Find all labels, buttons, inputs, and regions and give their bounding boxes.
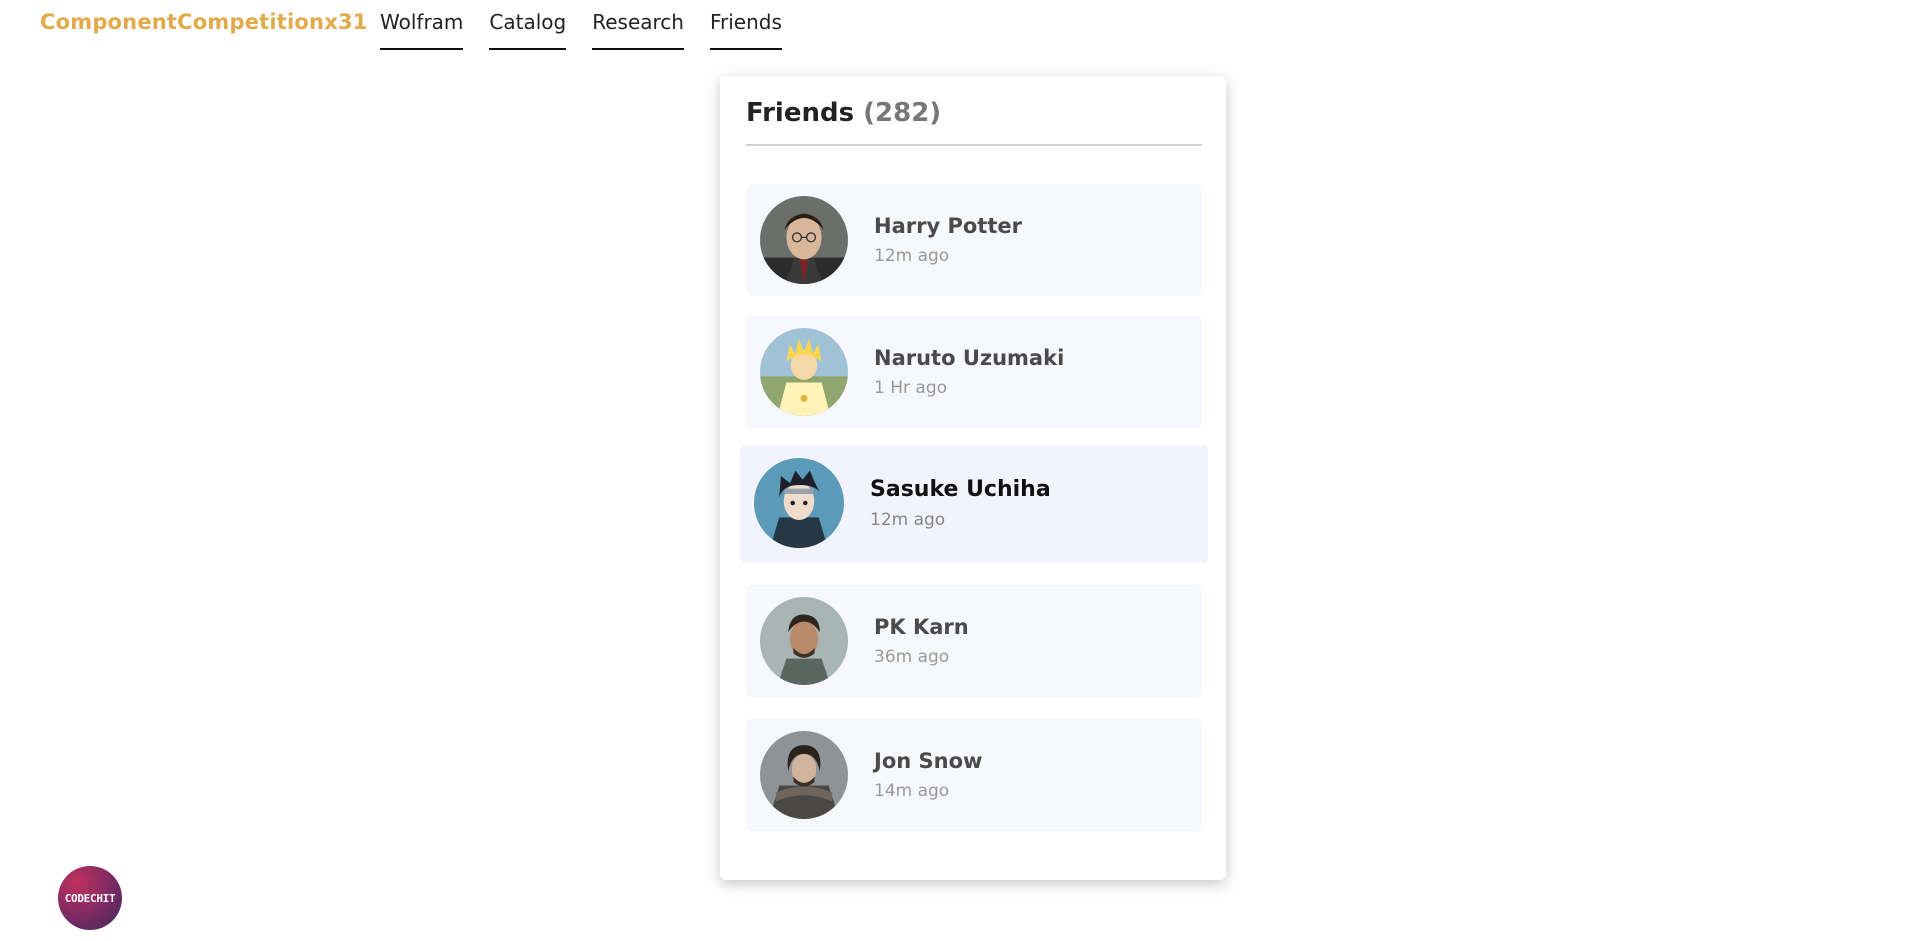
codechit-badge[interactable]: CODECHIT <box>58 866 122 930</box>
nav-link-catalog[interactable]: Catalog <box>489 0 567 50</box>
jon-snow-avatar-icon <box>760 731 848 819</box>
nav-links: Wolfram Catalog Research Friends <box>380 0 782 50</box>
friend-time: 14m ago <box>874 781 950 801</box>
friend-item[interactable]: Harry Potter 12m ago <box>746 184 1202 296</box>
friend-name: Sasuke Uchiha <box>870 477 1051 502</box>
friends-card: Friends (282) Harry Potter 12m ago Narut… <box>720 76 1226 880</box>
friend-time: 1 Hr ago <box>874 378 948 398</box>
friend-name: Harry Potter <box>874 214 1022 238</box>
friend-avatar <box>760 196 848 284</box>
friend-name: Jon Snow <box>874 749 983 773</box>
brand-logo[interactable]: ComponentCompetitionx31 <box>40 10 368 34</box>
friend-avatar <box>760 328 848 416</box>
friends-title: Friends (282) <box>746 98 941 128</box>
nav-link-friends[interactable]: Friends <box>709 0 782 50</box>
friend-item[interactable]: PK Karn 36m ago <box>746 585 1202 697</box>
harry-avatar-icon <box>760 196 848 284</box>
top-navigation: ComponentCompetitionx31 Wolfram Catalog … <box>0 0 1920 60</box>
nav-link-research[interactable]: Research <box>592 0 684 50</box>
pk-karn-avatar-icon <box>760 597 848 685</box>
friend-avatar <box>760 731 848 819</box>
sasuke-avatar-icon <box>754 458 844 548</box>
naruto-avatar-icon <box>760 328 848 416</box>
friend-item[interactable]: Jon Snow 14m ago <box>746 719 1202 831</box>
friend-time: 36m ago <box>874 647 950 667</box>
title-divider <box>746 144 1202 146</box>
friend-item[interactable]: Naruto Uzumaki 1 Hr ago <box>746 316 1202 428</box>
friend-time: 12m ago <box>874 246 950 266</box>
friend-time: 12m ago <box>870 510 946 530</box>
friend-avatar <box>760 597 848 685</box>
nav-link-wolfram[interactable]: Wolfram <box>380 0 464 50</box>
friend-name: PK Karn <box>874 615 969 639</box>
friend-item[interactable]: Sasuke Uchiha 12m ago <box>740 445 1208 563</box>
friends-title-text: Friends <box>746 98 855 128</box>
friend-name: Naruto Uzumaki <box>874 346 1065 370</box>
friends-count: (282) <box>863 98 942 128</box>
friend-avatar <box>754 458 844 548</box>
